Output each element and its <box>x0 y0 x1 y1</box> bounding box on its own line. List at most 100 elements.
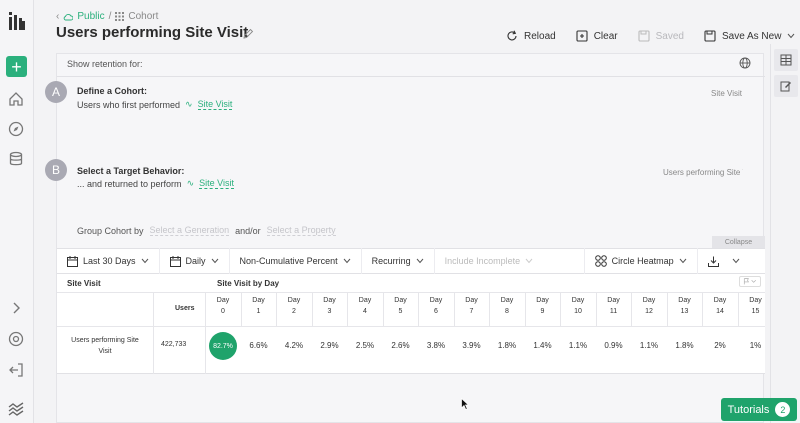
cloud-icon <box>64 13 74 20</box>
toolbar: Reload Clear Saved Save As New <box>506 30 795 42</box>
day-number: 9 <box>540 308 545 315</box>
logo-icon[interactable] <box>9 12 25 30</box>
retention-cell-day-3[interactable]: 2.9% <box>313 340 347 352</box>
compass-icon[interactable] <box>8 121 24 137</box>
day-number: 6 <box>434 308 438 315</box>
view-value: Circle Heatmap <box>611 256 674 266</box>
target-event-link[interactable]: Site Visit <box>199 178 234 189</box>
retention-cell-day-11[interactable]: 0.9% <box>597 340 631 352</box>
breadcrumb-cohort: Cohort <box>128 11 159 22</box>
save-as-new-button[interactable]: Save As New <box>704 30 795 42</box>
retention-cell-day-10[interactable]: 1.1% <box>561 340 595 352</box>
view-dropdown[interactable]: Circle Heatmap <box>585 248 698 274</box>
row-users: 422,733 <box>161 341 187 348</box>
heatmap-circle-day-0[interactable]: 82.7% <box>209 332 237 360</box>
day-column-divider <box>702 292 703 326</box>
incomplete-dropdown[interactable]: Include Incomplete <box>435 248 585 274</box>
incomplete-value: Include Incomplete <box>444 256 521 266</box>
day-header-9: Day 9 <box>526 295 560 317</box>
retention-cell-day-4[interactable]: 2.5% <box>348 340 382 352</box>
day-header-0: Day 0 <box>206 295 240 317</box>
table-header-by-day: Site Visit by Day <box>217 278 280 288</box>
page-title: Users performing Site Visit <box>56 24 249 41</box>
day-header-1: Day 1 <box>242 295 276 317</box>
day-header-5: Day 5 <box>384 295 418 317</box>
day-word: Day <box>429 297 443 304</box>
clear-button[interactable]: Clear <box>576 30 618 42</box>
edit-notes-button[interactable] <box>774 75 798 97</box>
type-value: Recurring <box>371 256 411 266</box>
saved-button[interactable]: Saved <box>638 30 684 42</box>
reload-button[interactable]: Reload <box>506 30 556 42</box>
header-bottom-divider <box>57 326 765 327</box>
day-word: Day <box>749 297 762 304</box>
step-b-summary: Users performing Site V <box>663 168 743 177</box>
interval-value: Daily <box>185 256 206 266</box>
retention-cell-day-8[interactable]: 1.8% <box>490 340 524 352</box>
interval-dropdown[interactable]: Daily <box>160 248 230 274</box>
day-number: 8 <box>505 308 509 315</box>
tutorials-button[interactable]: Tutorials 2 <box>721 398 797 421</box>
breadcrumb: ‹ Public / Cohort <box>56 11 158 22</box>
database-icon[interactable] <box>8 151 24 167</box>
day-column-divider <box>276 292 277 326</box>
breadcrumb-separator: / <box>108 11 112 22</box>
define-cohort-title: Define a Cohort: <box>77 86 148 96</box>
globe-icon[interactable] <box>739 57 751 69</box>
event-icon: ∿ <box>185 99 193 109</box>
group-cohort-row: Group Cohort by Select a Generation and/… <box>77 225 336 236</box>
retention-cell-day-14[interactable]: 2% <box>703 340 737 352</box>
circles-icon <box>594 255 607 267</box>
column-divider <box>153 292 154 374</box>
day-number: 5 <box>398 308 403 315</box>
chevron-down-icon <box>525 258 533 264</box>
logout-icon[interactable] <box>8 362 24 378</box>
day-column-divider <box>737 292 739 326</box>
retention-cell-day-1[interactable]: 6.6% <box>242 340 276 352</box>
date-range-dropdown[interactable]: Last 30 Days <box>57 248 160 274</box>
day-header-8: Day 8 <box>490 295 524 317</box>
collapse-button[interactable]: Collapse <box>712 236 765 248</box>
day-column-divider <box>524 292 526 326</box>
retention-cell-day-5[interactable]: 2.6% <box>384 340 418 352</box>
day-word: Day <box>465 297 478 304</box>
retention-cell-day-9[interactable]: 1.4% <box>526 340 560 352</box>
select-property-button[interactable]: Select a Property <box>266 225 336 236</box>
reload-label: Reload <box>524 30 556 42</box>
retention-cell-day-2[interactable]: 4.2% <box>277 340 311 352</box>
chevron-down-icon <box>141 258 148 264</box>
retention-cell-day-13[interactable]: 1.8% <box>668 340 702 352</box>
retention-cell-day-15[interactable]: 1% <box>739 340 773 352</box>
mode-dropdown[interactable]: Non-Cumulative Percent <box>230 248 362 274</box>
retention-cell-day-7[interactable]: 3.9% <box>455 340 489 352</box>
flag-toggle-icon[interactable] <box>739 276 761 287</box>
breadcrumb-public[interactable]: Public <box>77 11 104 22</box>
retention-cell-day-6[interactable]: 3.8% <box>419 340 453 352</box>
target-behavior-title: Select a Target Behavior: <box>77 166 185 176</box>
save-as-new-label: Save As New <box>721 30 782 42</box>
day-number: 14 <box>716 308 724 315</box>
day-number: 2 <box>292 308 296 315</box>
grid-view-button[interactable] <box>774 49 798 71</box>
chevron-right-icon[interactable] <box>8 300 24 316</box>
help-icon[interactable] <box>8 331 24 347</box>
day-header-3: Day 3 <box>313 295 347 317</box>
export-dropdown[interactable] <box>698 248 750 274</box>
type-dropdown[interactable]: Recurring <box>362 248 435 274</box>
day-column-divider <box>240 292 242 326</box>
day-header-10: Day 10 <box>561 295 595 317</box>
day-number: 3 <box>327 308 332 315</box>
target-behavior-text: ... and returned to perform <box>77 178 182 189</box>
day-column-divider <box>311 292 313 326</box>
event-icon: ∿ <box>186 178 195 188</box>
add-button[interactable]: + <box>6 56 27 77</box>
chevron-left-icon[interactable]: ‹ <box>56 11 59 22</box>
select-generation-button[interactable]: Select a Generation <box>149 225 230 236</box>
retention-cell-day-12[interactable]: 1.1% <box>632 340 666 352</box>
day-number: 12 <box>645 308 653 315</box>
cohort-event-link[interactable]: Site Visit <box>197 99 233 110</box>
row-label: Users performing Site Visit <box>57 335 153 357</box>
pencil-icon[interactable] <box>243 28 254 39</box>
home-icon[interactable] <box>8 91 24 107</box>
day-header-6: Day 6 <box>419 295 453 317</box>
